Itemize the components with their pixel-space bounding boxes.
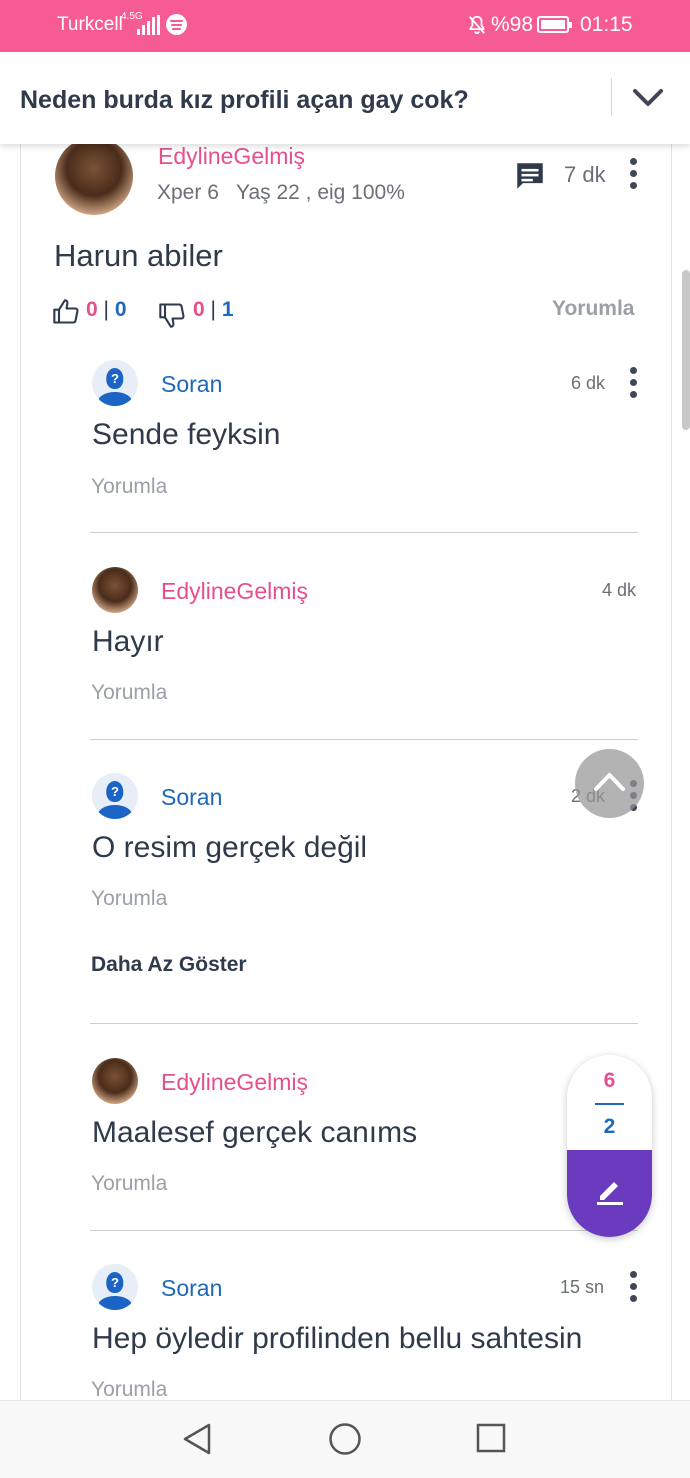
write-answer-button[interactable] bbox=[567, 1150, 652, 1237]
show-less-button[interactable]: Daha Az Göster bbox=[91, 953, 247, 977]
comment-time: 4 dk bbox=[602, 580, 637, 600]
back-icon[interactable] bbox=[181, 1422, 213, 1456]
comment-author[interactable]: Soran bbox=[161, 371, 222, 398]
battery-icon bbox=[537, 16, 572, 33]
comment-divider bbox=[90, 1023, 638, 1024]
author-meta: Xper 6 Yaş 22 , eig 100% bbox=[157, 181, 405, 205]
home-icon[interactable] bbox=[328, 1422, 362, 1456]
xper-level: Xper 6 bbox=[157, 181, 219, 204]
anonymous-avatar-icon[interactable]: ? bbox=[92, 360, 138, 406]
answer-text: Harun abiler bbox=[54, 238, 223, 273]
comment-divider bbox=[90, 532, 638, 533]
comment-author[interactable]: EdylineGelmiş bbox=[161, 578, 308, 605]
recent-apps-icon[interactable] bbox=[476, 1423, 506, 1453]
avatar[interactable] bbox=[92, 1058, 138, 1104]
comment-author[interactable]: EdylineGelmiş bbox=[161, 1069, 308, 1096]
system-navigation-bar bbox=[0, 1400, 690, 1478]
comment-reply-link[interactable]: Yorumla bbox=[91, 681, 167, 705]
question-title[interactable]: Neden burda kız profili açan gay cok? bbox=[20, 86, 469, 115]
comment-author[interactable]: Soran bbox=[161, 784, 222, 811]
comment-divider bbox=[90, 1230, 638, 1231]
scrollbar[interactable] bbox=[682, 270, 690, 430]
spotify-icon bbox=[166, 14, 187, 35]
status-bar: Turkcell 4.5G %98 01:15 bbox=[0, 0, 690, 52]
comment-divider bbox=[90, 739, 638, 740]
chevron-down-icon[interactable] bbox=[630, 80, 666, 116]
answer-reply-link[interactable]: Yorumla bbox=[552, 297, 634, 321]
comment-reply-link[interactable]: Yorumla bbox=[91, 1378, 167, 1402]
chevron-up-icon bbox=[594, 773, 625, 791]
more-options-icon[interactable] bbox=[630, 1271, 638, 1303]
counter-bottom[interactable]: 2 bbox=[567, 1115, 652, 1139]
comment-icon[interactable] bbox=[513, 159, 547, 193]
clock: 01:15 bbox=[580, 13, 633, 36]
comment-text: Sende feyksin bbox=[92, 418, 281, 451]
dislike-count: 0 | 1 bbox=[193, 298, 234, 321]
avatar[interactable] bbox=[55, 137, 133, 215]
anonymous-avatar-icon[interactable]: ? bbox=[92, 773, 138, 819]
more-options-icon[interactable] bbox=[630, 367, 638, 399]
comment-reply-link[interactable]: Yorumla bbox=[91, 887, 167, 911]
comment-reply-link[interactable]: Yorumla bbox=[91, 475, 167, 499]
age-info: Yaş 22 , eig 100% bbox=[236, 181, 405, 204]
pencil-icon bbox=[597, 1182, 623, 1205]
comment-reply-link[interactable]: Yorumla bbox=[91, 1172, 167, 1196]
counter-top[interactable]: 6 bbox=[567, 1069, 652, 1093]
thumbs-down-icon[interactable] bbox=[158, 300, 186, 330]
header-divider bbox=[611, 78, 612, 116]
carrier-label: Turkcell bbox=[57, 14, 123, 35]
scroll-to-top-button[interactable] bbox=[575, 749, 644, 818]
comment-text: Maalesef gerçek canıms bbox=[92, 1116, 418, 1149]
comment-author[interactable]: Soran bbox=[161, 1275, 222, 1302]
comment-text: O resim gerçek değil bbox=[92, 831, 368, 864]
battery-percent: %98 bbox=[491, 13, 534, 36]
comment-text: Hayır bbox=[92, 625, 164, 658]
anonymous-avatar-icon[interactable]: ? bbox=[92, 1264, 138, 1310]
avatar[interactable] bbox=[92, 567, 138, 613]
signal-icon bbox=[137, 15, 161, 35]
bell-muted-icon bbox=[468, 15, 486, 35]
thumbs-up-icon[interactable] bbox=[52, 297, 80, 327]
answer-counter-widget: 6 2 bbox=[567, 1055, 652, 1237]
question-header: Neden burda kız profili açan gay cok? bbox=[0, 52, 690, 144]
like-count: 0 | 0 bbox=[86, 298, 127, 321]
comment-text: Hep öyledir profilinden bellu sahtesin bbox=[92, 1322, 583, 1355]
answer-author[interactable]: EdylineGelmiş bbox=[158, 143, 305, 170]
more-options-icon[interactable] bbox=[630, 158, 638, 190]
answer-time: 7 dk bbox=[564, 162, 606, 187]
counter-separator bbox=[595, 1103, 624, 1105]
comment-time: 6 dk bbox=[571, 373, 606, 393]
comment-time: 15 sn bbox=[560, 1277, 605, 1297]
